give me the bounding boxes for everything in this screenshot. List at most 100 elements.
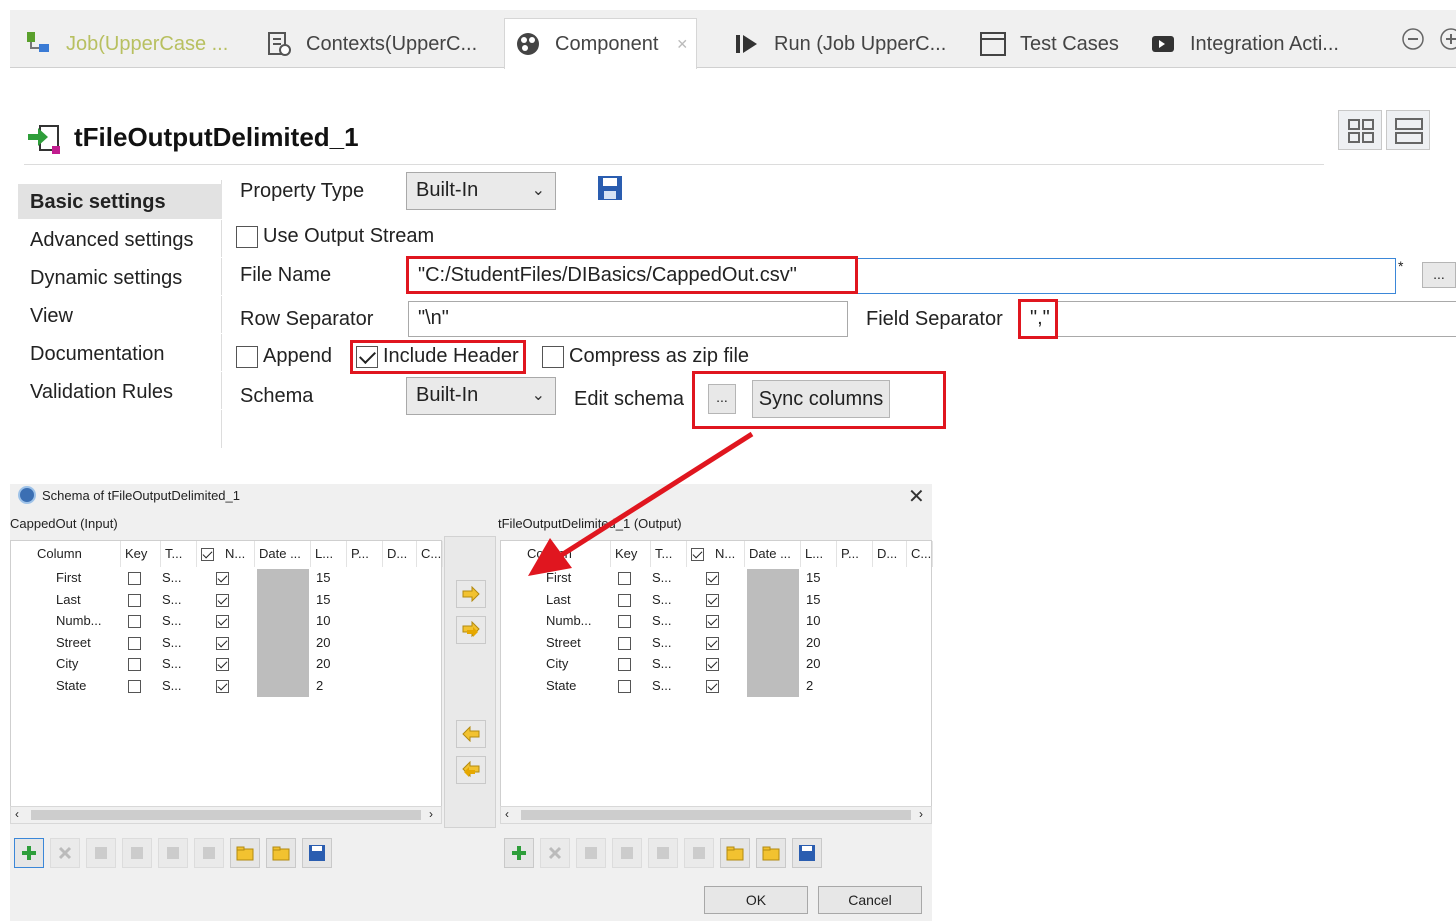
row-length[interactable]: 20 xyxy=(806,656,820,671)
move-down-button[interactable] xyxy=(612,838,642,868)
row-length[interactable]: 10 xyxy=(806,613,820,628)
file-name-input[interactable]: "C:/StudentFiles/DIBasics/CappedOut.csv" xyxy=(408,258,1396,294)
key-header[interactable]: Key xyxy=(121,541,161,567)
row-nullable-checkbox[interactable] xyxy=(706,680,719,693)
tab-test-cases[interactable]: Test Cases xyxy=(978,20,1119,68)
row-key-checkbox[interactable] xyxy=(618,636,631,650)
scroll-right-icon[interactable]: › xyxy=(429,807,433,821)
copy-all-right-button[interactable] xyxy=(456,616,486,644)
row-key-checkbox[interactable] xyxy=(618,615,631,629)
nav-documentation[interactable]: Documentation xyxy=(18,336,222,372)
move-up-button[interactable] xyxy=(86,838,116,868)
row-column-name[interactable]: City xyxy=(56,656,78,671)
row-column-name[interactable]: Last xyxy=(546,592,571,607)
copy-button[interactable] xyxy=(158,838,188,868)
copy-all-left-button[interactable] xyxy=(456,756,486,784)
row-key-checkbox[interactable] xyxy=(128,572,141,585)
row-nullable-checkbox[interactable] xyxy=(216,680,229,693)
import-button[interactable] xyxy=(230,838,260,868)
export-button[interactable] xyxy=(756,838,786,868)
scroll-left-icon[interactable]: ‹ xyxy=(15,807,19,821)
row-type[interactable]: S... xyxy=(652,635,672,650)
row-type[interactable]: S... xyxy=(652,678,672,693)
row-column-name[interactable]: Street xyxy=(546,635,581,650)
export-button[interactable] xyxy=(266,838,296,868)
row-key-checkbox[interactable] xyxy=(128,658,141,672)
row-length[interactable]: 15 xyxy=(806,592,820,607)
row-column-name[interactable]: State xyxy=(56,678,86,693)
row-type[interactable]: S... xyxy=(162,656,182,671)
tab-integration[interactable]: Integration Acti... xyxy=(1148,20,1339,68)
list-view-button[interactable] xyxy=(1386,110,1430,150)
row-column-name[interactable]: First xyxy=(56,570,81,585)
comment-header[interactable]: C... xyxy=(907,541,933,567)
date-header[interactable]: Date ... xyxy=(255,541,311,567)
paste-button[interactable] xyxy=(194,838,224,868)
cancel-button[interactable]: Cancel xyxy=(818,886,922,914)
tab-contexts[interactable]: Contexts(UpperC... xyxy=(264,20,477,68)
nav-advanced-settings[interactable]: Advanced settings xyxy=(18,222,222,258)
row-key-checkbox[interactable] xyxy=(128,615,141,629)
row-length[interactable]: 2 xyxy=(316,678,323,693)
copy-right-button[interactable] xyxy=(456,580,486,608)
save-schema-button[interactable] xyxy=(792,838,822,868)
paste-button[interactable] xyxy=(684,838,714,868)
row-key-checkbox[interactable] xyxy=(618,593,631,607)
scroll-left-icon[interactable]: ‹ xyxy=(505,807,509,821)
tab-job[interactable]: Job(UpperCase ... xyxy=(24,20,228,68)
default-header[interactable]: D... xyxy=(383,541,417,567)
row-nullable-checkbox[interactable] xyxy=(706,615,719,629)
row-column-name[interactable]: Street xyxy=(56,635,91,650)
default-header[interactable]: D... xyxy=(873,541,907,567)
row-type[interactable]: S... xyxy=(652,656,672,671)
row-nullable-checkbox[interactable] xyxy=(706,636,719,650)
ok-button[interactable]: OK xyxy=(704,886,808,914)
row-type[interactable]: S... xyxy=(162,570,182,585)
sync-columns-button[interactable]: Sync columns xyxy=(752,380,890,418)
save-schema-button[interactable] xyxy=(302,838,332,868)
field-separator-input[interactable]: "," xyxy=(1020,301,1456,337)
row-separator-input[interactable]: "\n" xyxy=(408,301,848,337)
include-header-checkbox[interactable] xyxy=(356,346,378,368)
row-nullable-checkbox[interactable] xyxy=(216,615,229,629)
nav-dynamic-settings[interactable]: Dynamic settings xyxy=(18,260,222,296)
import-button[interactable] xyxy=(720,838,750,868)
tab-run[interactable]: Run (Job UpperC... xyxy=(732,20,946,68)
row-column-name[interactable]: City xyxy=(546,656,568,671)
row-type[interactable]: S... xyxy=(652,592,672,607)
nav-view[interactable]: View xyxy=(18,298,222,334)
row-type[interactable]: S... xyxy=(162,678,182,693)
move-down-button[interactable] xyxy=(122,838,152,868)
row-length[interactable]: 20 xyxy=(316,656,330,671)
use-output-stream-checkbox[interactable] xyxy=(236,226,258,248)
row-length[interactable]: 15 xyxy=(316,570,330,585)
row-nullable-checkbox[interactable] xyxy=(216,636,229,650)
row-length[interactable]: 15 xyxy=(316,592,330,607)
input-horizontal-scrollbar[interactable]: ‹ › xyxy=(10,806,442,824)
row-column-name[interactable]: Numb... xyxy=(546,613,592,628)
row-column-name[interactable]: Numb... xyxy=(56,613,102,628)
row-type[interactable]: S... xyxy=(162,613,182,628)
row-key-checkbox[interactable] xyxy=(128,636,141,650)
tab-component[interactable]: Component ✕ xyxy=(504,18,698,69)
maximize-icon[interactable] xyxy=(1438,26,1456,57)
output-horizontal-scrollbar[interactable]: ‹ › xyxy=(500,806,932,824)
comment-header[interactable]: C... xyxy=(417,541,443,567)
type-header[interactable]: T... xyxy=(161,541,197,567)
row-type[interactable]: S... xyxy=(652,613,672,628)
row-key-checkbox[interactable] xyxy=(618,680,631,693)
remove-row-button[interactable] xyxy=(540,838,570,868)
row-length[interactable]: 2 xyxy=(806,678,813,693)
precision-header[interactable]: P... xyxy=(837,541,873,567)
row-length[interactable]: 20 xyxy=(806,635,820,650)
edit-schema-button[interactable]: ... xyxy=(708,384,736,414)
row-key-checkbox[interactable] xyxy=(618,658,631,672)
row-nullable-checkbox[interactable] xyxy=(706,593,719,607)
row-nullable-checkbox[interactable] xyxy=(216,593,229,607)
precision-header[interactable]: P... xyxy=(347,541,383,567)
row-type[interactable]: S... xyxy=(162,592,182,607)
row-length[interactable]: 20 xyxy=(316,635,330,650)
row-column-name[interactable]: State xyxy=(546,678,576,693)
save-icon[interactable] xyxy=(596,174,624,207)
row-length[interactable]: 15 xyxy=(806,570,820,585)
